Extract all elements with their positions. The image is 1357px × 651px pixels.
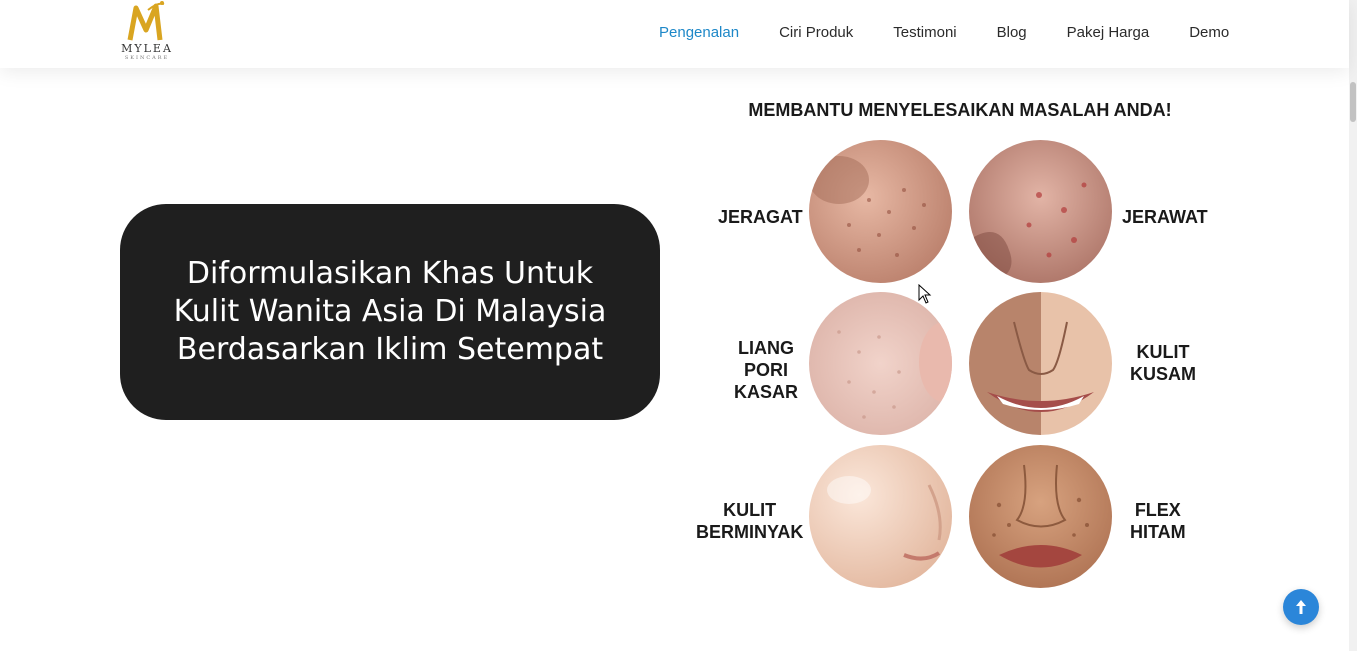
logo-mark-icon — [127, 1, 165, 41]
nav-link-demo[interactable]: Demo — [1189, 24, 1229, 41]
nav-link-testimoni[interactable]: Testimoni — [893, 24, 956, 41]
photo-jerawat — [969, 140, 1112, 283]
photo-liang-pori — [809, 292, 952, 435]
label-line: BERMINYAK — [696, 522, 804, 542]
photo-kulit-kusam — [969, 292, 1112, 435]
hero-heading: Diformulasikan Khas Untuk Kulit Wanita A… — [173, 256, 607, 367]
label-line: PORI — [744, 360, 789, 380]
photo-kulit-berminyak — [809, 445, 952, 588]
mouse-cursor-icon — [918, 284, 932, 304]
label-jerawat: JERAWAT — [1122, 207, 1208, 227]
label-line: KUSAM — [1130, 364, 1196, 384]
skin-problems-figure: MEMBANTU MENYELESAIKAN MASALAH ANDA! JER… — [690, 90, 1230, 600]
label-jeragat: JERAGAT — [718, 207, 803, 227]
arrow-up-icon — [1296, 600, 1306, 614]
nav-link-pakej-harga[interactable]: Pakej Harga — [1067, 24, 1150, 41]
nav-link-pengenalan[interactable]: Pengenalan — [659, 24, 739, 41]
main-nav: Pengenalan Ciri Produk Testimoni Blog Pa… — [659, 24, 1229, 41]
label-line: KULIT — [723, 500, 777, 520]
brand-logo[interactable]: MYLEA SKINCARE — [118, 0, 178, 64]
logo-brand-name: MYLEA — [121, 42, 173, 55]
site-header: MYLEA SKINCARE Pengenalan Ciri Produk Te… — [0, 0, 1349, 68]
label-line: FLEX — [1134, 500, 1181, 520]
hero-card: Diformulasikan Khas Untuk Kulit Wanita A… — [120, 204, 660, 420]
back-to-top-button[interactable] — [1283, 589, 1319, 625]
nav-link-blog[interactable]: Blog — [997, 24, 1027, 41]
label-line: KASAR — [734, 382, 799, 402]
logo-tagline: SKINCARE — [124, 55, 170, 61]
scrollbar-thumb[interactable] — [1350, 82, 1356, 122]
label-liang-pori-kasar: LIANG PORI KASAR — [734, 337, 798, 403]
label-line: LIANG — [738, 338, 794, 358]
page-scrollbar[interactable] — [1349, 0, 1357, 651]
label-kulit-berminyak: KULIT BERMINYAK — [696, 499, 803, 543]
label-kulit-kusam: KULIT KUSAM — [1130, 341, 1196, 385]
label-flex-hitam: FLEX HITAM — [1130, 499, 1186, 543]
photo-flex-hitam — [969, 445, 1112, 588]
label-line: KULIT — [1136, 342, 1190, 362]
label-line: HITAM — [1130, 522, 1186, 542]
figure-title: MEMBANTU MENYELESAIKAN MASALAH ANDA! — [748, 100, 1172, 120]
photo-jeragat — [809, 140, 952, 283]
nav-link-ciri-produk[interactable]: Ciri Produk — [779, 24, 853, 41]
